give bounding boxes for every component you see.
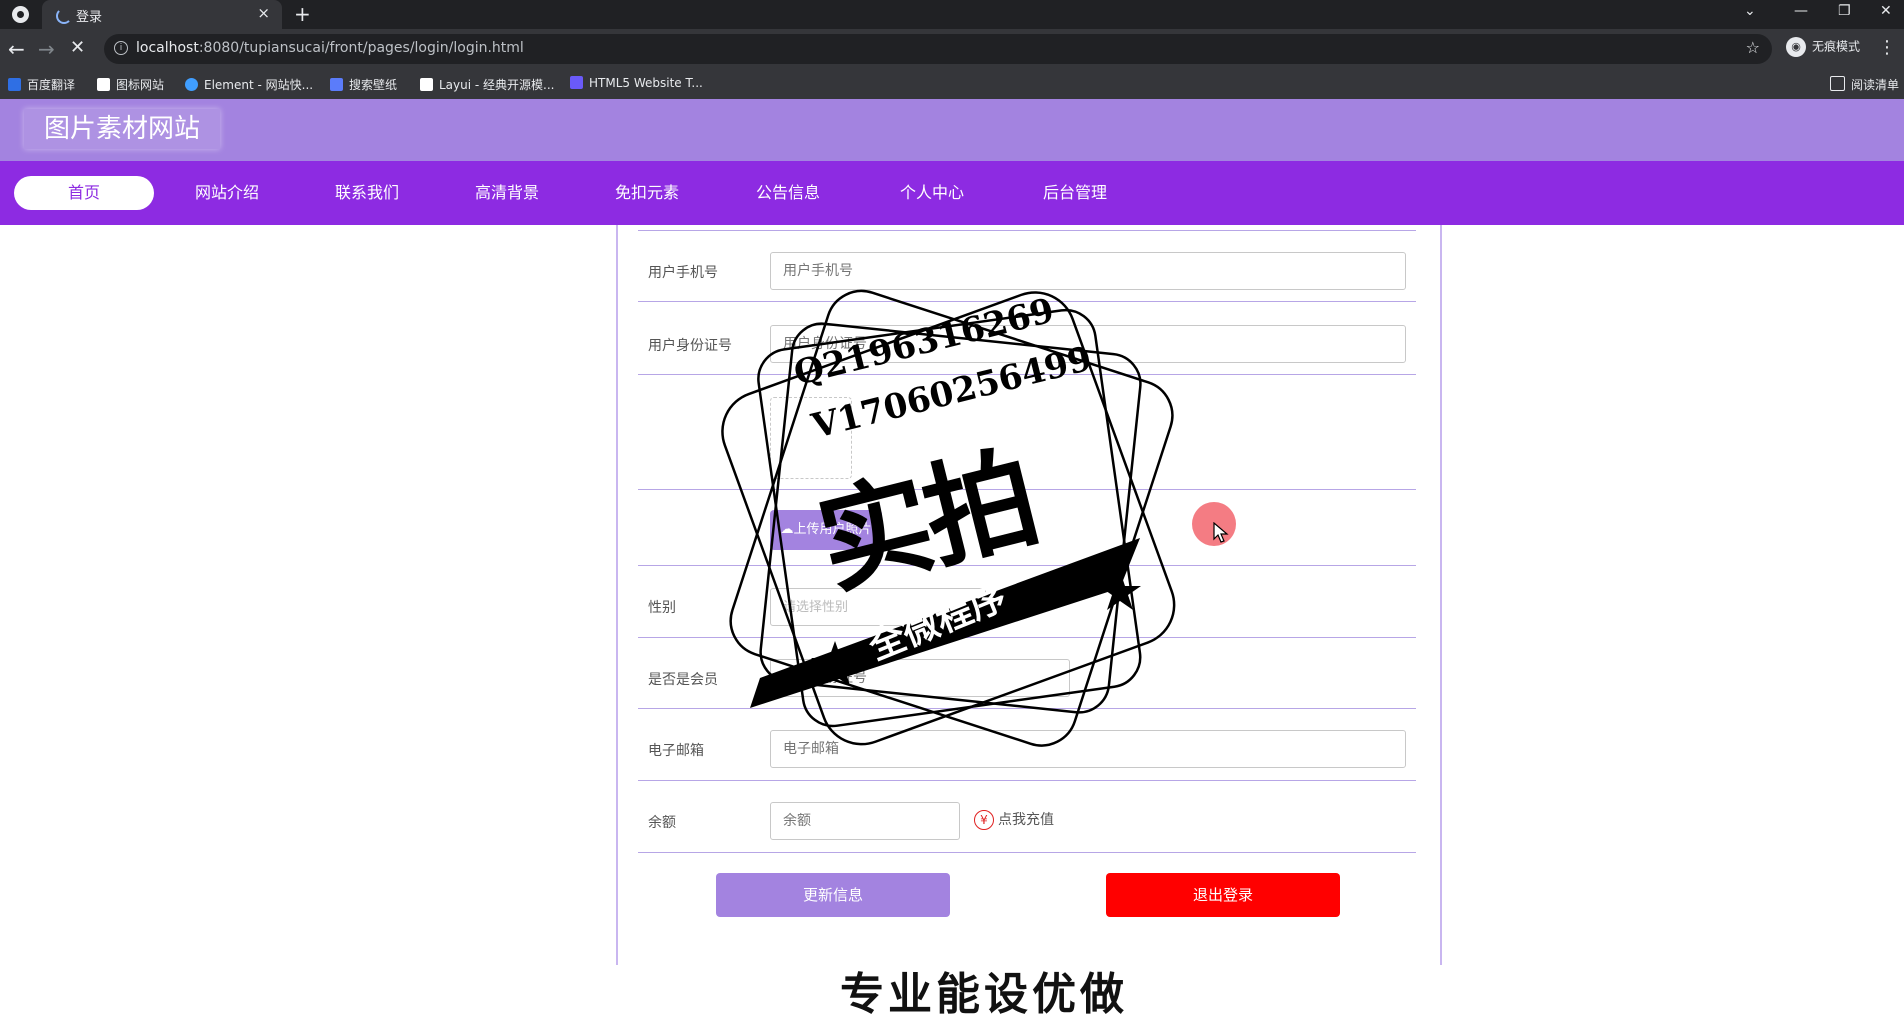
restore-button[interactable]: ❐ (1838, 3, 1851, 19)
site-logo[interactable]: 图片素材网站 (24, 109, 221, 149)
nav-cutout-elements[interactable]: 免扣元素 (577, 176, 717, 210)
reading-list-button[interactable]: 阅读清单 (1830, 76, 1899, 93)
url-text[interactable]: localhost:8080/tupiansucai/front/pages/l… (136, 40, 524, 56)
browser-toolbar: ← → ✕ i localhost:8080/tupiansucai/front… (0, 29, 1904, 69)
gender-label: 性别 (648, 600, 676, 616)
nav-about[interactable]: 网站介绍 (157, 176, 297, 210)
browser-logo-icon (12, 6, 29, 23)
incognito-icon: ◉ (1786, 37, 1806, 57)
member-label: 是否是会员 (648, 672, 718, 688)
recharge-link[interactable]: ¥ 点我充值 (974, 809, 1054, 830)
nav-home[interactable]: 首页 (14, 176, 154, 210)
site-info-icon[interactable]: i (114, 41, 128, 55)
balance-input[interactable] (770, 802, 960, 840)
bookmark-item[interactable]: 图标网站 (97, 76, 164, 93)
nav-contact[interactable]: 联系我们 (297, 176, 437, 210)
bookmarks-bar: 百度翻译 图标网站 Element - 网站快... 搜索壁纸 Layui - … (0, 69, 1904, 99)
stop-loading-icon[interactable]: ✕ (70, 37, 85, 58)
tab-title: 登录 (76, 10, 103, 25)
tab-search-icon[interactable]: ⌄ (1744, 3, 1756, 19)
translate-icon (8, 78, 21, 91)
browser-tab-strip: 登录 × + ⌄ — ❐ ✕ (0, 0, 1904, 29)
bookmark-item[interactable]: HTML5 Website T... (570, 76, 703, 90)
yen-icon: ¥ (974, 810, 994, 830)
forward-icon[interactable]: → (38, 37, 55, 61)
address-bar[interactable]: i localhost:8080/tupiansucai/front/pages… (104, 34, 1772, 64)
balance-label: 余额 (648, 815, 676, 831)
flag-icon (97, 78, 110, 91)
bookmark-item[interactable]: Element - 网站快... (185, 76, 313, 93)
html5-icon (570, 76, 583, 89)
back-icon[interactable]: ← (8, 37, 25, 61)
site-header: 图片素材网站 (0, 99, 1904, 161)
phone-label: 用户手机号 (648, 265, 718, 281)
row-divider (638, 780, 1416, 781)
loading-spinner-icon (56, 8, 72, 24)
nav-admin[interactable]: 后台管理 (1005, 176, 1145, 210)
tab-close-button[interactable]: × (257, 4, 270, 22)
row-divider (638, 852, 1416, 853)
element-icon (185, 78, 198, 91)
close-window-button[interactable]: ✕ (1880, 3, 1892, 19)
bookmark-item[interactable]: 搜索壁纸 (330, 76, 397, 93)
bookmark-star-icon[interactable]: ☆ (1746, 38, 1760, 57)
email-label: 电子邮箱 (648, 743, 704, 759)
nav-backgrounds[interactable]: 高清背景 (437, 176, 577, 210)
bookmark-item[interactable]: 百度翻译 (8, 76, 75, 93)
nav-announcements[interactable]: 公告信息 (718, 176, 858, 210)
minimize-button[interactable]: — (1794, 3, 1808, 19)
browser-menu-icon[interactable]: ⋮ (1878, 37, 1896, 58)
browser-tab[interactable]: 登录 × (42, 0, 282, 29)
wallpaper-icon (330, 78, 343, 91)
phone-input[interactable] (770, 252, 1406, 290)
incognito-indicator[interactable]: ◉ 无痕模式 (1786, 37, 1860, 57)
main-nav: 首页 网站介绍 联系我们 高清背景 免扣元素 公告信息 个人中心 后台管理 (0, 161, 1904, 225)
logout-button[interactable]: 退出登录 (1106, 873, 1340, 917)
bookmark-item[interactable]: Layui - 经典开源模... (420, 76, 554, 93)
nav-profile[interactable]: 个人中心 (862, 176, 1002, 210)
new-tab-button[interactable]: + (294, 2, 311, 26)
reading-list-icon (1830, 76, 1845, 91)
mouse-pointer-icon (1213, 522, 1229, 543)
section-heading: 专业能设优做 (840, 969, 1128, 1020)
layui-icon (420, 78, 433, 91)
update-info-button[interactable]: 更新信息 (716, 873, 950, 917)
row-divider (638, 230, 1416, 231)
